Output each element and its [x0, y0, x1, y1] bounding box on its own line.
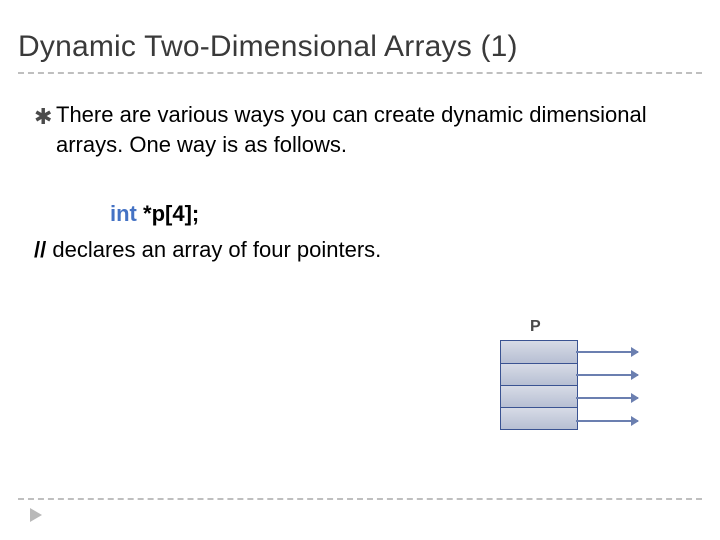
arrow-icon [576, 374, 638, 376]
diagram-cell [501, 385, 577, 407]
slide-body: ✱ There are various ways you can create … [34, 100, 680, 265]
comment-slashes: // [34, 237, 46, 262]
slide-title: Dynamic Two-Dimensional Arrays (1) [18, 30, 518, 64]
diagram-cell [501, 363, 577, 385]
bullet-item: ✱ There are various ways you can create … [34, 100, 680, 159]
bullet-text: There are various ways you can create dy… [56, 100, 680, 159]
code-keyword: int [110, 201, 137, 226]
bullet-icon: ✱ [34, 102, 56, 132]
divider-bottom [18, 498, 702, 500]
triangle-icon [30, 508, 42, 522]
diagram-label: P [530, 318, 541, 336]
diagram-cell [501, 341, 577, 363]
code-line: int *p[4]; [110, 199, 680, 229]
diagram-cell [501, 407, 577, 429]
diagram-cells [500, 340, 578, 430]
arrow-icon [576, 351, 638, 353]
slide: Dynamic Two-Dimensional Arrays (1) ✱ The… [0, 0, 720, 540]
arrow-icon [576, 420, 638, 422]
pointer-array-diagram: P [500, 318, 680, 478]
code-rest: *p[4]; [137, 201, 199, 226]
comment-text: declares an array of four pointers. [46, 237, 381, 262]
comment-line: // declares an array of four pointers. [34, 235, 680, 265]
divider-top [18, 72, 702, 74]
arrow-icon [576, 397, 638, 399]
